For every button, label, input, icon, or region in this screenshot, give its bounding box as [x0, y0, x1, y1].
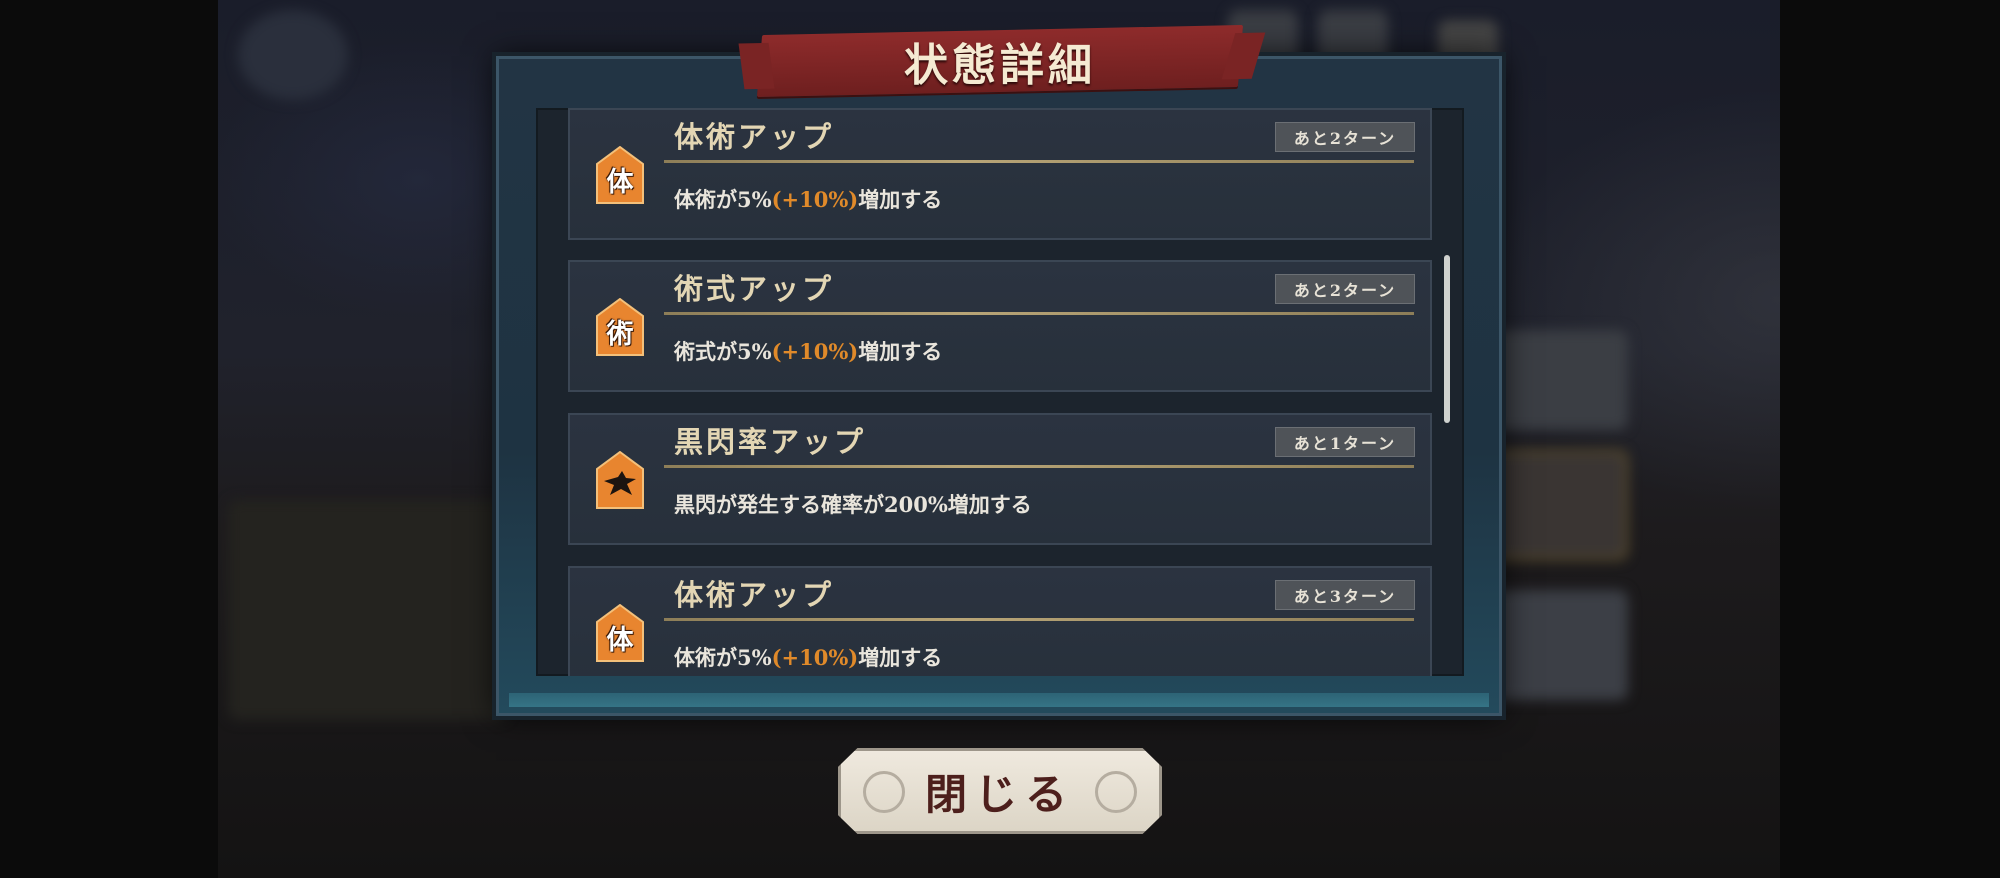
- scrollbar-thumb[interactable]: [1444, 255, 1450, 423]
- status-effect-list[interactable]: 体 体術アップ あと2ターン 体術が5%(+10%)増加する 術 術式アップ あ…: [568, 108, 1432, 676]
- effect-name: 体術アップ: [674, 120, 835, 154]
- letterbox-right: [1780, 0, 2000, 878]
- divider: [664, 618, 1414, 621]
- effect-description: 体術が5%(+10%)増加する: [674, 187, 943, 212]
- divider: [664, 160, 1414, 163]
- turns-remaining-badge: あと1ターン: [1275, 427, 1415, 457]
- close-button-label: 閉じる: [924, 769, 1075, 819]
- black-flash-icon: [596, 451, 644, 509]
- dialog-title: 状態詳細: [904, 40, 1096, 91]
- turns-remaining-badge: あと2ターン: [1275, 122, 1415, 152]
- letterbox-left: [0, 0, 218, 878]
- taijutsu-icon: 体: [596, 146, 644, 204]
- divider: [664, 312, 1414, 315]
- turns-remaining-badge: あと2ターン: [1275, 274, 1415, 304]
- status-effect-card: 術 術式アップ あと2ターン 術式が5%(+10%)増加する: [568, 260, 1432, 392]
- status-effect-card: 体 体術アップ あと3ターン 体術が5%(+10%)増加する: [568, 566, 1432, 676]
- turns-remaining-badge: あと3ターン: [1275, 580, 1415, 610]
- effect-name: 体術アップ: [674, 578, 835, 612]
- effect-name: 黒閃率アップ: [674, 425, 867, 459]
- effect-description: 体術が5%(+10%)増加する: [674, 645, 943, 670]
- effect-name: 術式アップ: [674, 272, 835, 306]
- status-effect-card: 体 体術アップ あと2ターン 体術が5%(+10%)増加する: [568, 108, 1432, 240]
- taijutsu-icon: 体: [596, 604, 644, 662]
- effect-description: 黒閃が発生する確率が200%増加する: [674, 492, 1032, 517]
- divider: [664, 465, 1414, 468]
- effect-description: 術式が5%(+10%)増加する: [674, 339, 943, 364]
- status-effect-card: 黒閃率アップ あと1ターン 黒閃が発生する確率が200%増加する: [568, 413, 1432, 545]
- close-button[interactable]: 閉じる: [838, 748, 1162, 834]
- jutsushiki-icon: 術: [596, 298, 644, 356]
